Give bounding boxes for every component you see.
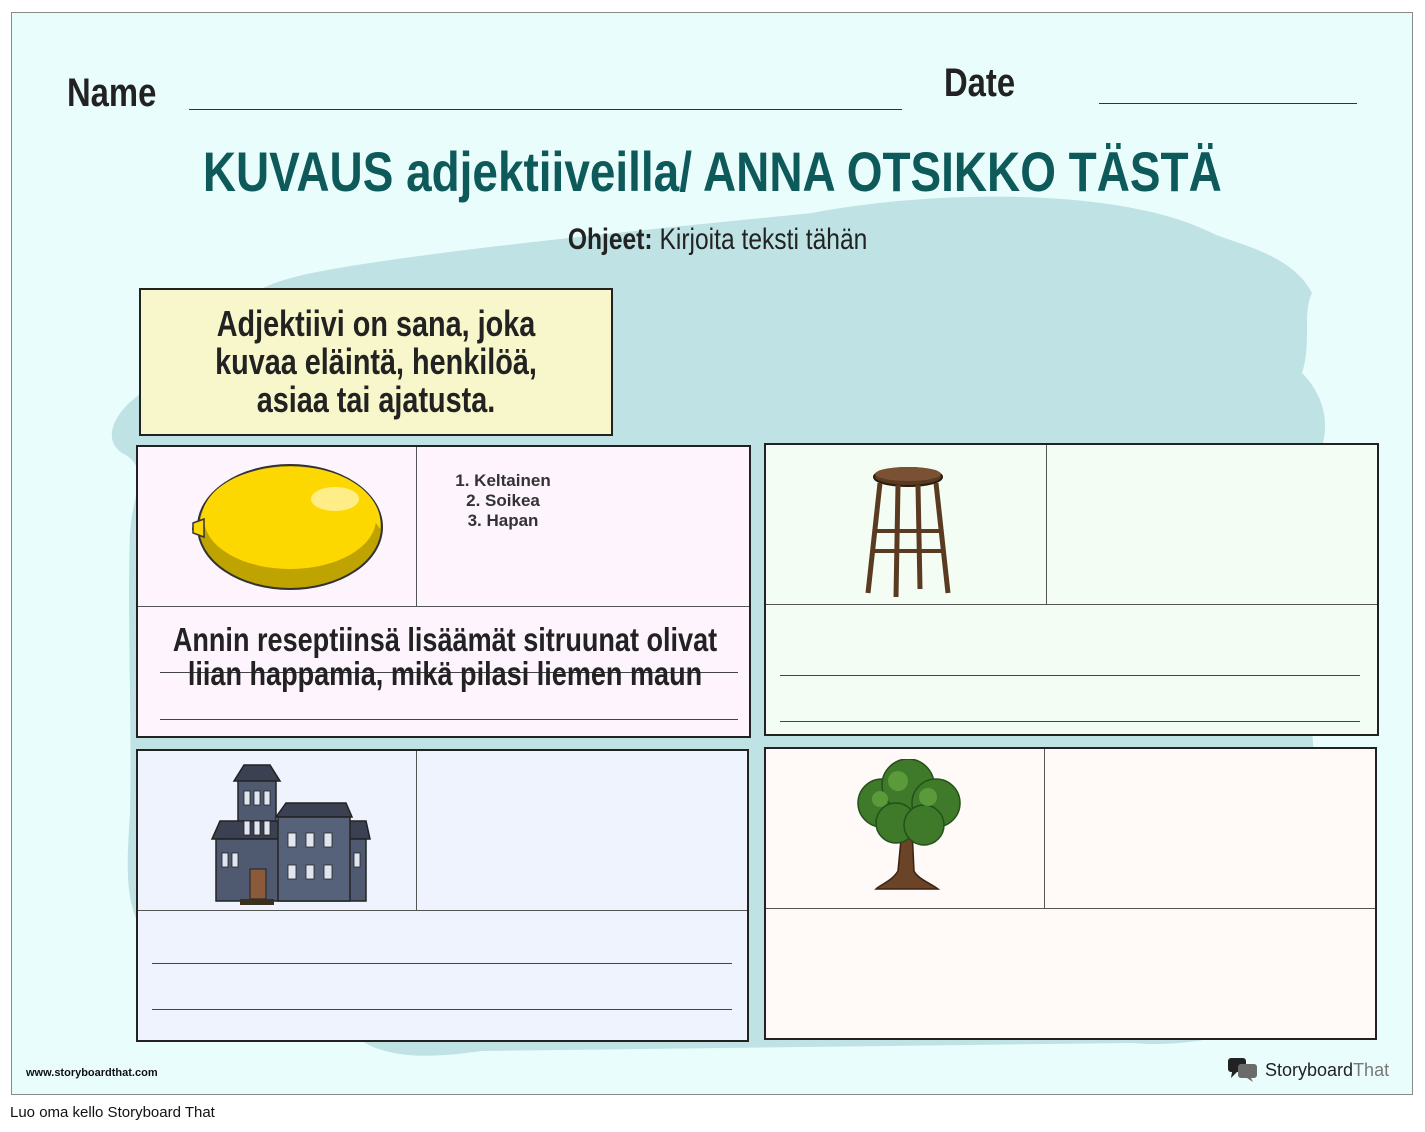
page-title: KUVAUS adjektiiveilla/ ANNA OTSIKKO TÄST… — [202, 140, 1222, 203]
card-divider — [766, 908, 1375, 909]
name-label: Name — [67, 71, 157, 115]
card-divider — [1046, 445, 1047, 605]
tree-image — [857, 759, 961, 890]
writing-line[interactable] — [780, 675, 1360, 676]
date-input-line[interactable] — [1099, 103, 1357, 104]
card-divider — [766, 604, 1377, 605]
card-divider — [1044, 749, 1045, 909]
adjective-item: 3. Hapan — [467, 511, 539, 530]
name-input-line[interactable] — [189, 109, 902, 110]
date-label: Date — [944, 61, 1016, 105]
adjective-item: 2. Soikea — [466, 491, 540, 510]
writing-line[interactable] — [152, 963, 732, 964]
card-stool — [764, 443, 1379, 736]
definition-text: Adjektiivi on sana, joka kuvaa eläintä, … — [215, 303, 537, 420]
stool-image — [865, 467, 951, 598]
writing-line[interactable] — [780, 721, 1360, 722]
writing-line[interactable] — [160, 719, 738, 720]
worksheet: Name Date KUVAUS adjektiiveilla/ ANNA OT… — [11, 12, 1413, 1095]
instructions: Ohjeet: Kirjoita teksti tähän — [12, 223, 1412, 257]
writing-line[interactable] — [152, 1009, 732, 1010]
card-house — [136, 749, 749, 1042]
lemon-image — [192, 464, 383, 590]
adjective-item: 1. Keltainen — [455, 471, 551, 490]
page-caption: Luo oma kello Storyboard That — [10, 1104, 215, 1121]
card-divider — [138, 606, 749, 607]
brand-logo[interactable]: StoryboardThat — [1227, 1055, 1389, 1085]
card-divider — [416, 751, 417, 911]
card-tree — [764, 747, 1377, 1040]
adjective-list: 1. Keltainen 2. Soikea 3. Hapan — [438, 471, 568, 531]
speech-bubbles-icon — [1228, 1058, 1257, 1082]
example-sentence: Annin reseptiinsä lisäämät sitruunat oli… — [172, 623, 718, 692]
definition-box: Adjektiivi on sana, joka kuvaa eläintä, … — [139, 288, 613, 436]
brand-text: StoryboardThat — [1265, 1059, 1390, 1080]
footer-url[interactable]: www.storyboardthat.com — [26, 1067, 158, 1079]
card-divider — [416, 447, 417, 607]
instructions-label: Ohjeet: — [568, 223, 654, 256]
instructions-text: Kirjoita teksti tähän — [659, 223, 868, 256]
card-lemon: 1. Keltainen 2. Soikea 3. Hapan Annin re… — [136, 445, 751, 738]
house-image — [210, 764, 371, 905]
card-divider — [138, 910, 747, 911]
